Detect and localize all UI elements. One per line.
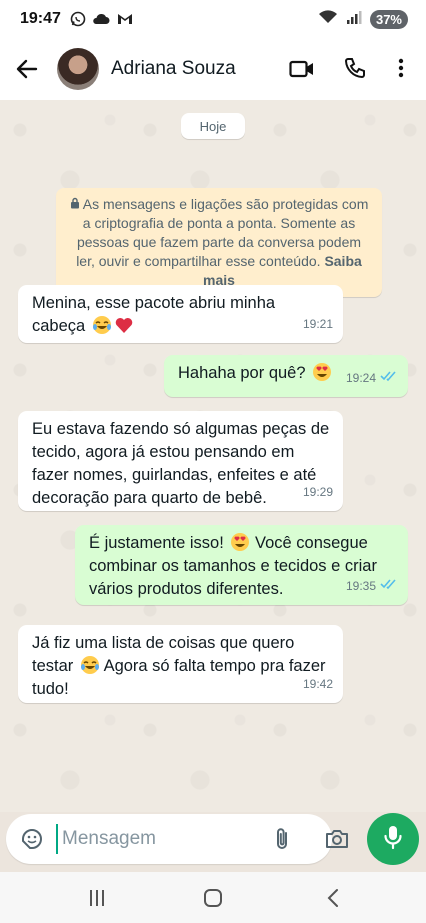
- heart-eyes-emoji: [312, 362, 332, 382]
- message-text: Eu estava fazendo só algumas peças de te…: [32, 420, 330, 507]
- read-ticks-icon: [380, 575, 398, 598]
- sticker-icon[interactable]: [20, 827, 44, 856]
- wifi-icon: [318, 9, 338, 30]
- red-heart-emoji: [114, 315, 134, 335]
- encryption-notice[interactable]: As mensagens e ligações são protegidas c…: [56, 188, 382, 297]
- chat-header: Adriana Souza: [0, 40, 426, 100]
- message-text: Hahaha por quê?: [178, 364, 306, 382]
- chat-area[interactable]: Hoje As mensagens e ligações são protegi…: [0, 100, 426, 812]
- tears-of-joy-emoji: [80, 655, 100, 675]
- message-text: É justamente isso!: [89, 534, 224, 552]
- recent-apps-icon[interactable]: [87, 888, 107, 913]
- message-input[interactable]: [56, 824, 262, 854]
- message-time: 19:21: [302, 317, 333, 331]
- cloud-icon: [92, 11, 110, 32]
- message-time: 19:35: [345, 579, 376, 593]
- avatar[interactable]: [57, 48, 99, 90]
- battery-indicator: 37%: [369, 10, 408, 29]
- date-chip: Hoje: [181, 113, 245, 139]
- message-bubble-incoming[interactable]: Já fiz uma lista de coisas que quero tes…: [18, 625, 343, 703]
- message-meta: 19:29: [303, 481, 333, 504]
- camera-icon[interactable]: [324, 827, 350, 856]
- nav-back-icon[interactable]: [325, 888, 341, 913]
- home-icon[interactable]: [203, 888, 223, 913]
- contact-name[interactable]: Adriana Souza: [111, 58, 236, 80]
- notification-icons: [70, 11, 134, 32]
- system-navigation-bar: [0, 872, 426, 923]
- message-bubble-incoming[interactable]: Eu estava fazendo só algumas peças de te…: [18, 411, 343, 511]
- message-time: 19:42: [302, 677, 333, 691]
- whatsapp-icon: [70, 11, 86, 32]
- message-bubble-outgoing[interactable]: É justamente isso! Você consegue combina…: [75, 525, 408, 605]
- status-time: 19:47: [20, 10, 61, 27]
- message-meta: 19:24: [346, 367, 398, 390]
- attach-icon[interactable]: [271, 826, 293, 857]
- message-meta: 19:35: [346, 575, 398, 598]
- read-ticks-icon: [380, 367, 398, 390]
- message-text: Menina, esse pacote abriu minha cabeça: [32, 294, 276, 335]
- mic-icon: [382, 824, 404, 855]
- message-text-continued: Agora só falta tempo pra fazer tudo!: [32, 657, 326, 698]
- tears-of-joy-emoji: [92, 315, 112, 335]
- message-meta: 19:42: [303, 673, 333, 696]
- message-meta: 19:21: [303, 313, 333, 336]
- heart-eyes-emoji: [230, 532, 250, 552]
- back-arrow-icon[interactable]: [14, 56, 40, 87]
- message-composer: [6, 814, 348, 864]
- system-icons: 37%: [318, 9, 408, 30]
- video-call-icon[interactable]: [289, 57, 315, 86]
- status-bar: 19:47 37%: [0, 0, 426, 40]
- more-options-icon[interactable]: [393, 56, 409, 85]
- lock-icon: [70, 196, 83, 212]
- message-bubble-incoming[interactable]: Menina, esse pacote abriu minha cabeça 1…: [18, 285, 343, 343]
- message-time: 19:24: [345, 371, 376, 385]
- phone-call-icon[interactable]: [343, 56, 367, 85]
- gmail-icon: [116, 11, 134, 32]
- message-time: 19:29: [302, 485, 333, 499]
- signal-icon: [346, 9, 362, 30]
- message-bubble-outgoing[interactable]: Hahaha por quê? 19:24: [164, 355, 408, 397]
- mic-button[interactable]: [367, 813, 419, 865]
